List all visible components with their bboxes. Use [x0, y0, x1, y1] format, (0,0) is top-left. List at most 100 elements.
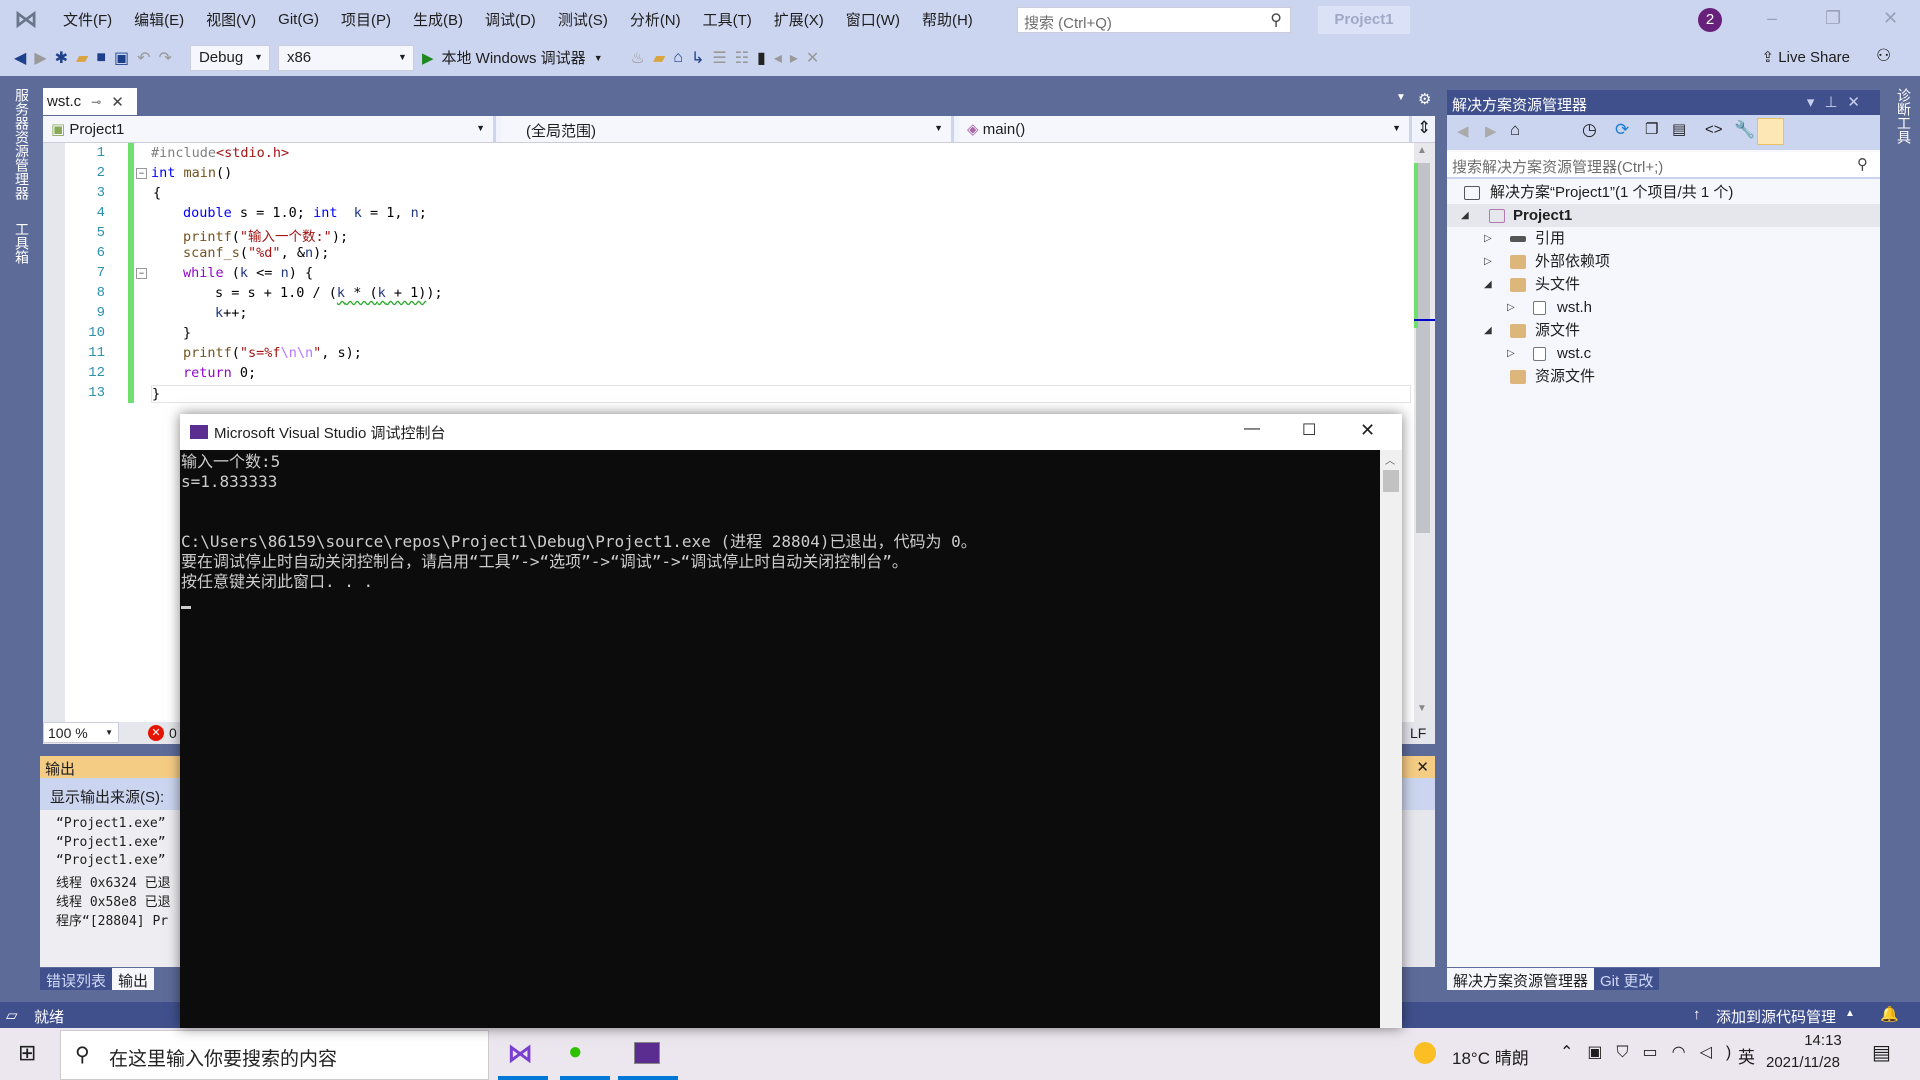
tree-item-project[interactable]: ◢ Project1 — [1447, 204, 1880, 227]
add-to-source-control-button[interactable]: 添加到源代码管理 — [1716, 1006, 1836, 1027]
code-view-icon[interactable]: <> — [1705, 121, 1723, 138]
toolbox-tab[interactable]: 工具箱 — [12, 222, 32, 264]
error-count[interactable]: 0 — [169, 725, 177, 741]
forward-icon[interactable]: ▶ — [34, 48, 46, 68]
tab-git-changes[interactable]: Git 更改 — [1594, 968, 1660, 990]
scroll-down-icon[interactable]: ▼ — [1417, 703, 1427, 714]
editor-scrollbar[interactable]: ▲ ▼ — [1414, 143, 1435, 722]
tab-output[interactable]: 输出 — [112, 968, 155, 990]
zoom-dropdown[interactable]: 100 % ▼ — [43, 722, 119, 743]
diagnostic-tools-tab[interactable]: 诊断工具 — [1894, 88, 1914, 144]
minimize-icon[interactable]: – — [1767, 8, 1777, 29]
save-icon[interactable]: ■ — [96, 49, 106, 67]
expanded-icon[interactable]: ◢ — [1484, 319, 1492, 342]
bell-icon[interactable]: 🔔 — [1880, 1005, 1899, 1023]
menu-view[interactable]: 视图(V) — [195, 9, 267, 30]
preview-toggle-icon[interactable] — [1757, 118, 1784, 145]
windows-start-icon[interactable]: ⊞ — [18, 1040, 36, 1066]
forward-icon[interactable]: ▶ — [1485, 122, 1497, 140]
hot-reload-icon[interactable]: ♨ — [631, 48, 645, 68]
tab-error-list[interactable]: 错误列表 — [40, 968, 113, 990]
tree-item-resource-files[interactable]: 资源文件 — [1447, 365, 1880, 388]
tree-item-header-files[interactable]: ◢ 头文件 — [1447, 273, 1880, 296]
solution-search-input[interactable]: 搜索解决方案资源管理器(Ctrl+;) ⚲ — [1447, 152, 1880, 179]
close-icon[interactable]: ✕ — [1883, 8, 1898, 29]
comment-icon[interactable]: ☰ — [712, 48, 726, 68]
maximize-icon[interactable]: ☐ — [1302, 420, 1316, 440]
split-icon[interactable]: ⇕ — [1417, 118, 1431, 138]
error-icon[interactable]: ✕ — [148, 725, 164, 741]
collapsed-icon[interactable]: ▷ — [1484, 250, 1492, 273]
project-dropdown[interactable]: ▣ Project1 ▼ — [43, 116, 496, 142]
scroll-thumb[interactable] — [1383, 470, 1399, 492]
play-icon[interactable]: ▶ — [422, 49, 434, 67]
browser-icon[interactable]: ⌂ — [673, 49, 683, 67]
scroll-up-icon[interactable]: ▲ — [1417, 145, 1427, 156]
ime-indicator[interactable]: 英 — [1738, 1043, 1755, 1068]
quick-search-input[interactable]: 搜索 (Ctrl+Q) ⚲ — [1017, 7, 1291, 33]
feedback-icon[interactable]: ⚇ — [1876, 46, 1891, 66]
close-icon[interactable]: ✕ — [1360, 420, 1375, 441]
console-taskbar-icon[interactable] — [634, 1042, 660, 1064]
platform-dropdown[interactable]: x86 ▼ — [277, 44, 414, 71]
weather-text[interactable]: 18°C 晴朗 — [1452, 1044, 1529, 1069]
member-dropdown[interactable]: ◈ main() ▼ — [959, 116, 1412, 142]
menu-analyze[interactable]: 分析(N) — [619, 9, 692, 30]
panel-controls-icon[interactable]: ▾⊥✕ — [1807, 93, 1870, 111]
expanded-icon[interactable]: ◢ — [1484, 273, 1492, 296]
console-output[interactable]: 输入一个数:5 s=1.833333 C:\Users\86159\source… — [180, 450, 1380, 1028]
sync-icon[interactable]: ⟳ — [1615, 120, 1629, 140]
debug-console-window[interactable]: Microsoft Visual Studio 调试控制台 — ☐ ✕ 输入一个… — [180, 414, 1402, 1028]
taskbar-search-input[interactable]: ⚲ 在这里输入你要搜索的内容 — [60, 1030, 489, 1080]
console-title-bar[interactable]: Microsoft Visual Studio 调试控制台 — ☐ ✕ — [180, 414, 1402, 450]
tree-item-source-files[interactable]: ◢ 源文件 — [1447, 319, 1880, 342]
notification-center-icon[interactable]: ▤ — [1872, 1040, 1891, 1065]
configuration-dropdown[interactable]: Debug ▼ — [189, 44, 270, 71]
notification-avatar[interactable]: 2 — [1698, 8, 1722, 32]
visual-studio-taskbar-icon[interactable]: ⋈ — [507, 1038, 533, 1069]
scroll-thumb[interactable] — [1416, 163, 1430, 533]
menu-file[interactable]: 文件(F) — [52, 9, 123, 30]
scroll-up-icon[interactable]: ︿ — [1385, 452, 1395, 467]
clear-bookmarks-icon[interactable]: ✕ — [806, 48, 819, 68]
wechat-icon[interactable]: ● — [568, 1038, 583, 1066]
back-icon[interactable]: ◀ — [1457, 122, 1469, 140]
minimize-icon[interactable]: — — [1244, 420, 1260, 438]
start-debugging-button[interactable]: 本地 Windows 调试器 — [442, 47, 586, 68]
output-scrollbar[interactable] — [1398, 810, 1435, 967]
line-ending[interactable]: LF — [1410, 725, 1426, 741]
menu-build[interactable]: 生成(B) — [402, 9, 474, 30]
redo-icon[interactable]: ↷ — [159, 48, 172, 68]
open-folder-icon[interactable]: ▰ — [76, 48, 88, 68]
expanded-icon[interactable]: ◢ — [1461, 204, 1469, 227]
tab-solution-explorer[interactable]: 解决方案资源管理器 — [1447, 968, 1595, 990]
collapsed-icon[interactable]: ▷ — [1507, 342, 1515, 365]
uncomment-icon[interactable]: ☷ — [735, 48, 749, 68]
close-tab-icon[interactable]: ✕ — [111, 93, 124, 111]
chevron-up-icon[interactable]: ▲ — [1845, 1008, 1855, 1019]
collapse-icon[interactable]: − — [136, 268, 147, 279]
clock-time[interactable]: 14:13 — [1788, 1032, 1858, 1049]
server-explorer-tab[interactable]: 服务器资源管理器 — [12, 88, 32, 200]
tree-item-wst-h[interactable]: ▷ wst.h — [1447, 296, 1880, 319]
chevron-down-icon[interactable]: ▼ — [594, 53, 603, 63]
console-scrollbar[interactable]: ︿ — [1380, 450, 1402, 1028]
menu-tools[interactable]: 工具(T) — [692, 9, 763, 30]
next-bookmark-icon[interactable]: ▸ — [790, 48, 798, 68]
tab-list-chevron-icon[interactable]: ▼ — [1396, 92, 1406, 103]
bookmark-icon[interactable]: ▮ — [757, 48, 766, 68]
tree-item-references[interactable]: ▷ 引用 — [1447, 227, 1880, 250]
tray-icons[interactable]: ⌃▣⛉▭◠◁) — [1560, 1042, 1745, 1062]
maximize-icon[interactable]: ❐ — [1825, 8, 1841, 29]
menu-edit[interactable]: 编辑(E) — [123, 9, 195, 30]
show-all-files-icon[interactable]: ▤ — [1672, 120, 1686, 138]
step-icon[interactable]: ↳ — [691, 48, 704, 68]
scope-dropdown[interactable]: (全局范围) ▼ — [501, 116, 954, 142]
prev-bookmark-icon[interactable]: ◂ — [774, 48, 782, 68]
collapsed-icon[interactable]: ▷ — [1507, 296, 1515, 319]
history-icon[interactable]: ◷ — [1582, 120, 1597, 140]
collapse-icon[interactable]: − — [136, 168, 147, 179]
menu-test[interactable]: 测试(S) — [547, 9, 619, 30]
tree-item-external-dependencies[interactable]: ▷ 外部依赖项 — [1447, 250, 1880, 273]
new-project-icon[interactable]: ✱ — [55, 48, 68, 68]
